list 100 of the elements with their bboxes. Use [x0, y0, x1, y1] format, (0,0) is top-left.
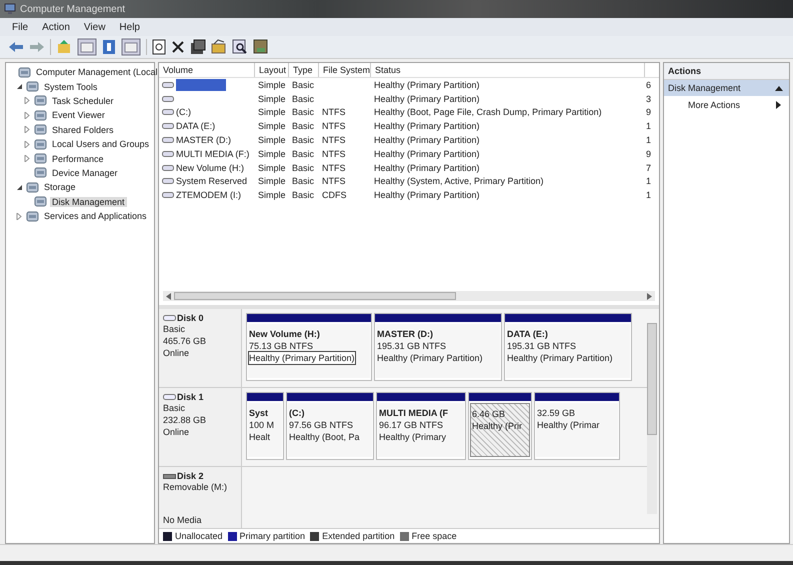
column-header[interactable]: Type	[289, 63, 319, 77]
table-cell: NTFS	[322, 121, 346, 132]
tool-icon	[34, 166, 47, 180]
partition-status: Healt	[248, 431, 272, 444]
table-cell-text: Simple	[257, 121, 287, 132]
tree-item[interactable]: System Tools	[42, 82, 100, 92]
partition-block[interactable]: (C:) 97.56 GB NTFS Healthy (Boot, Pa	[286, 392, 374, 460]
tree-item[interactable]: Storage	[42, 182, 78, 192]
selection-highlight[interactable]	[176, 78, 226, 91]
partition-block[interactable]: 6.46 GB Healthy (Prir	[468, 392, 532, 460]
tool-icon	[34, 123, 47, 136]
action-item[interactable]: More Actions	[664, 96, 789, 114]
partition-status: Healthy (Primary	[378, 431, 448, 444]
partition-status: Healthy (Primar	[536, 419, 601, 432]
drive-icon	[162, 94, 174, 103]
disk-name[interactable]: Disk 2	[177, 471, 204, 481]
magnifier-icon[interactable]	[232, 39, 248, 55]
partition-block[interactable]: MASTER (D:) 195.31 GB NTFS Healthy (Primary Partition)	[374, 313, 502, 381]
table-cell-text: Basic	[291, 107, 316, 118]
tree-item[interactable]: Event Viewer	[50, 110, 107, 120]
vertical-scrollbar[interactable]	[647, 323, 657, 514]
tree-item[interactable]: Shared Folders	[50, 124, 116, 135]
table-cell-text: Healthy (Boot, Page File, Crash Dump, Primary Partition)	[373, 107, 603, 118]
submenu-arrow-icon	[776, 101, 781, 109]
disk-name[interactable]: Disk 1	[177, 392, 204, 402]
partition-block[interactable]: DATA (E:) 195.31 GB NTFS Healthy (Primary Partition)	[504, 313, 632, 381]
table-cell-text: Healthy (Primary Partition)	[373, 162, 481, 173]
menu-item[interactable]: Help	[113, 22, 146, 32]
table-cell-text: 9	[645, 107, 652, 118]
back-arrow-icon[interactable]	[8, 40, 24, 54]
tool-icon	[34, 108, 47, 122]
drive-icon	[162, 150, 174, 158]
column-header[interactable]: Volume	[159, 63, 255, 77]
tree-item[interactable]: Computer Management (Local	[34, 67, 160, 78]
table-cell-text: Basic	[291, 135, 316, 146]
tree-item[interactable]: Device Manager	[50, 168, 120, 178]
console-tree-icon[interactable]	[77, 38, 97, 56]
actions-section[interactable]: Disk Management	[664, 80, 789, 96]
table-cell-text: Healthy (Primary Partition)	[373, 190, 481, 200]
tool-icon	[26, 80, 39, 94]
disk-info: 232.88 GB	[163, 414, 208, 426]
collapsed-arrow-icon[interactable]	[24, 126, 31, 134]
partition-block[interactable]: MULTI MEDIA (F 96.17 GB NTFS Healthy (Primary	[376, 392, 466, 460]
table-cell: New Volume (H:)	[176, 162, 244, 173]
expanded-arrow-icon[interactable]	[16, 83, 23, 90]
expanded-arrow-icon[interactable]	[16, 184, 23, 191]
collapsed-arrow-icon[interactable]	[24, 140, 31, 148]
column-header[interactable]: Status	[371, 63, 645, 77]
close-icon[interactable]	[171, 40, 185, 54]
table-cell-text: Simple	[257, 94, 287, 104]
collapsed-arrow-icon[interactable]	[24, 112, 31, 119]
menu-item[interactable]: File	[6, 22, 34, 32]
collapsed-arrow-icon[interactable]	[24, 155, 31, 162]
partition-status: Healthy (Boot, Pa	[288, 431, 361, 444]
tool-icon	[34, 195, 47, 208]
refresh-page-icon[interactable]	[152, 39, 166, 55]
drive-icon	[162, 191, 174, 200]
tool-icon	[26, 210, 39, 223]
partition-block[interactable]: Syst 100 M Healt	[246, 392, 284, 460]
scroll-right-icon[interactable]	[647, 292, 652, 300]
folder-up-icon[interactable]	[56, 39, 72, 55]
tree-item[interactable]: Performance	[50, 154, 106, 164]
tree-item[interactable]: Services and Applications	[42, 211, 149, 222]
tree-item[interactable]: Task Scheduler	[50, 96, 116, 106]
table-cell-text: Healthy (System, Active, Primary Partition)	[373, 176, 545, 186]
drive-icon	[162, 177, 174, 186]
tree-item[interactable]: Disk Management	[50, 196, 127, 207]
partition-status: Healthy (Primary Partition)	[506, 352, 614, 365]
removable-drive-icon	[163, 474, 176, 478]
collapsed-arrow-icon[interactable]	[16, 212, 23, 220]
collapsed-arrow-icon[interactable]	[24, 97, 31, 104]
column-header[interactable]: File System	[319, 63, 371, 77]
show-pane-icon[interactable]	[121, 38, 141, 56]
table-cell-text: Simple	[257, 107, 287, 118]
scroll-left-icon[interactable]	[166, 292, 171, 300]
partition-block[interactable]: New Volume (H:) 75.13 GB NTFS Healthy (Primary Partition)	[246, 313, 372, 381]
tool-icon	[34, 94, 47, 108]
open-folder-icon[interactable]	[211, 39, 227, 55]
collapse-arrow-icon[interactable]	[775, 86, 783, 90]
table-cell-text: Healthy (Primary Partition)	[373, 148, 481, 159]
partition-block[interactable]: 32.59 GB Healthy (Primar	[534, 392, 620, 460]
table-cell-text: Healthy (Primary Partition)	[373, 94, 481, 104]
drive-icon	[162, 122, 174, 130]
column-header[interactable]: Layout	[255, 63, 289, 77]
tree-item[interactable]: Local Users and Groups	[50, 139, 152, 150]
disk-info: No Media	[163, 514, 203, 526]
disk-name[interactable]: Disk 0	[177, 313, 204, 323]
table-cell-text: 1	[645, 176, 652, 186]
table-cell: MULTI MEDIA (F:)	[176, 148, 250, 159]
table-cell-text: 9	[645, 148, 652, 159]
partition-size: 75.13 GB NTFS	[248, 340, 314, 353]
horizontal-scrollbar[interactable]	[163, 291, 655, 301]
menu-item[interactable]: View	[78, 22, 112, 32]
menu-item[interactable]: Action	[36, 22, 76, 32]
partition-title: MULTI MEDIA (F	[379, 407, 449, 419]
table-cell-text: 1	[645, 121, 652, 132]
tool-icon	[18, 66, 31, 79]
table-cell-text: Simple	[257, 176, 287, 186]
table-cell-text: Basic	[291, 176, 316, 186]
table-cell: MASTER (D:)	[176, 135, 231, 146]
